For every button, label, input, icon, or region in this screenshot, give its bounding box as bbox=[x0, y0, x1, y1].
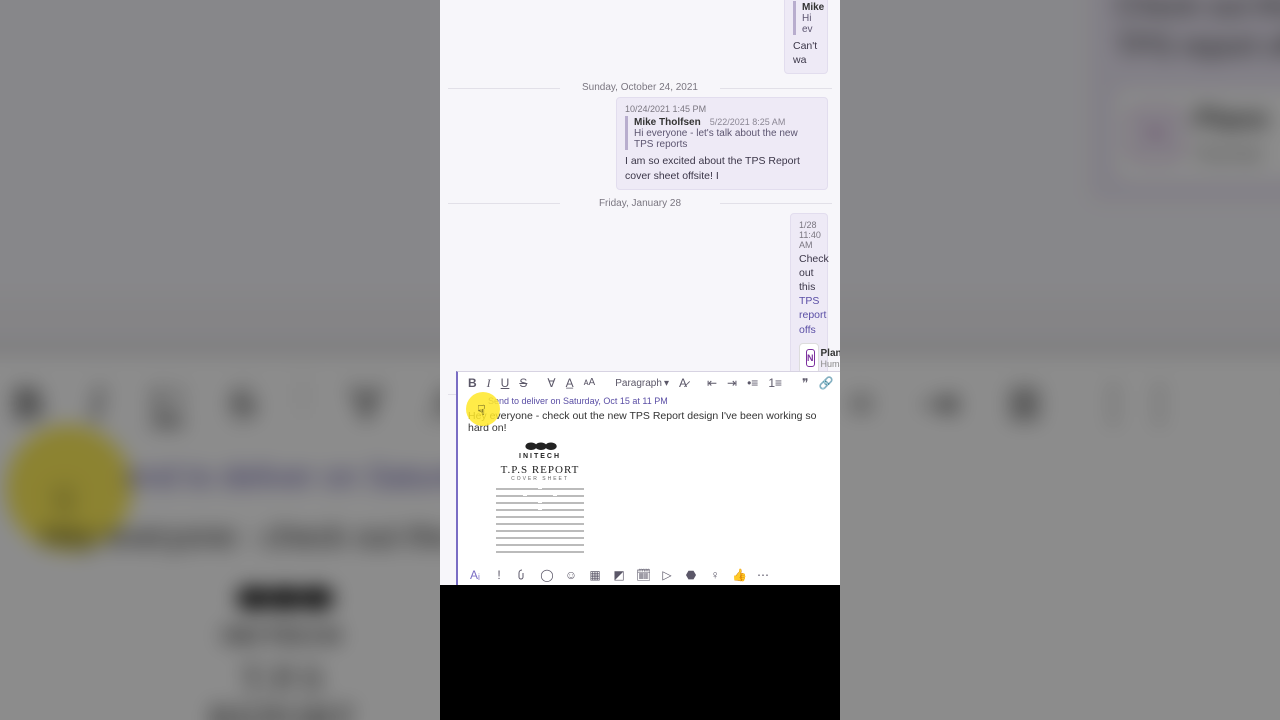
message-body: Can't wa bbox=[793, 39, 819, 67]
attachment-subtitle: Humar bbox=[821, 359, 841, 369]
compose-message-body[interactable]: Hey everyone - check out the new TPS Rep… bbox=[458, 406, 840, 565]
message-line: Check out this bbox=[799, 252, 819, 295]
bold-button[interactable]: B bbox=[468, 377, 477, 389]
format-toolbar: B I U S ∀ A̲ ᴀA Paragraph ▾ A̷ ⇤ ⇥ •≡ 1≡… bbox=[458, 372, 840, 394]
message-card[interactable]: Mike Hi ev Can't wa bbox=[784, 0, 828, 74]
bg-msg-line2: TPS report offs bbox=[1116, 26, 1280, 66]
attachment-card[interactable]: N Plann Humar bbox=[799, 343, 819, 374]
schedule-send-banner[interactable]: Send to deliver on Saturday, Oct 15 at 1… bbox=[458, 394, 840, 406]
video-letterbox bbox=[440, 585, 840, 720]
message-card[interactable]: 1/28 11:40 AM Check out this TPS report … bbox=[790, 213, 828, 381]
message-body: I am so excited about the TPS Report cov… bbox=[625, 154, 819, 182]
numbered-list-button[interactable]: 1≡ bbox=[768, 377, 782, 389]
doc-subtitle: COVER SHEET bbox=[490, 476, 590, 482]
onenote-icon: N bbox=[1131, 110, 1179, 158]
format-toggle-button[interactable]: Aᵢ bbox=[468, 569, 482, 581]
bg-attachment: N Plann Humar bbox=[1116, 89, 1280, 180]
loop-button[interactable]: ◯ bbox=[540, 569, 554, 581]
font-color-button[interactable]: A̲ bbox=[566, 377, 574, 389]
underline-button[interactable]: U bbox=[501, 377, 510, 389]
embedded-image[interactable]: ⬬⬬⬬ INITECH T.P.S REPORT COVER SHEET bbox=[490, 440, 590, 553]
italic-button[interactable]: I bbox=[487, 377, 491, 389]
bulleted-list-button[interactable]: •≡ bbox=[747, 377, 758, 389]
strike-button[interactable]: S bbox=[519, 377, 527, 389]
viva-button[interactable]: ♀ bbox=[708, 569, 722, 581]
sticker-button[interactable]: ◩ bbox=[612, 569, 626, 581]
increase-indent-button[interactable]: ⇥ bbox=[727, 377, 737, 389]
message-timestamp: 1/28 11:40 AM bbox=[799, 220, 819, 250]
link-button[interactable]: 🔗 bbox=[818, 377, 832, 389]
date-separator: Sunday, October 24, 2021 bbox=[440, 82, 840, 93]
stream-button[interactable]: ▷ bbox=[660, 569, 674, 581]
text-highlight-button[interactable]: ∀ bbox=[547, 377, 555, 389]
chevron-down-icon: ▾ bbox=[664, 378, 669, 389]
praise-button[interactable]: 👍 bbox=[732, 569, 746, 581]
bg-schedule-text: end to deliver on Saturday bbox=[126, 460, 494, 496]
font-size-button[interactable]: ᴀA bbox=[584, 378, 596, 388]
message-card[interactable]: 10/24/2021 1:45 PM Mike Tholfsen 5/22/20… bbox=[616, 97, 828, 189]
message-line: TPS report offs bbox=[799, 294, 819, 337]
company-logo-icon: ⬬⬬⬬ bbox=[490, 440, 590, 453]
compose-action-toolbar: Aᵢ ! ◯ ☺ ▦ ◩ 🗓 ▷ ⬣ ♀ 👍 ⋯ bbox=[458, 565, 840, 585]
quote-text: Hi ev bbox=[802, 13, 819, 35]
quote-author: Mike Tholfsen bbox=[634, 117, 701, 128]
bg-doc-preview: ⬬⬬⬬ INITECH T.P.S REPORT COVER SHEET bbox=[167, 575, 398, 720]
decrease-indent-button[interactable]: ⇤ bbox=[707, 377, 717, 389]
doc-form-lines bbox=[496, 486, 584, 553]
approvals-button[interactable]: ⬣ bbox=[684, 569, 698, 581]
onenote-icon: N bbox=[806, 349, 815, 367]
teams-chat-window: Mike Hi ev Can't wa Sunday, October 24, … bbox=[440, 0, 840, 585]
message-timestamp: 10/24/2021 1:45 PM bbox=[625, 104, 819, 114]
attach-button[interactable] bbox=[516, 569, 530, 581]
clear-formatting-button[interactable]: A̷ bbox=[679, 377, 687, 389]
bg-attach-title: Plann bbox=[1194, 100, 1268, 137]
gif-button[interactable]: ▦ bbox=[588, 569, 602, 581]
quote-author: Mike bbox=[802, 2, 824, 13]
date-separator: Friday, January 28 bbox=[440, 198, 840, 209]
doc-title: T.P.S REPORT bbox=[490, 464, 590, 476]
doc-brand: INITECH bbox=[490, 453, 590, 460]
quote-text: Hi everyone - let's talk about the new T… bbox=[634, 128, 819, 150]
schedule-meeting-button[interactable]: 🗓 bbox=[636, 569, 650, 581]
compose-box[interactable]: B I U S ∀ A̲ ᴀA Paragraph ▾ A̷ ⇤ ⇥ •≡ 1≡… bbox=[456, 371, 840, 585]
bg-message-card: Check out this TPS report offs N Plann H… bbox=[1092, 0, 1280, 200]
more-actions-button[interactable]: ⋯ bbox=[756, 569, 770, 581]
quote-timestamp: 5/22/2021 8:25 AM bbox=[710, 117, 786, 127]
paragraph-style-dropdown[interactable]: Paragraph ▾ bbox=[615, 378, 669, 389]
quote-button[interactable]: ❞ bbox=[802, 377, 808, 389]
bg-attach-sub: Humar bbox=[1194, 137, 1268, 168]
paperclip-icon bbox=[516, 569, 528, 581]
bg-msg-line1: Check out this bbox=[1116, 0, 1280, 26]
emoji-button[interactable]: ☺ bbox=[564, 569, 578, 581]
delivery-options-button[interactable]: ! bbox=[492, 569, 506, 581]
attachment-title: Plann bbox=[821, 348, 841, 359]
